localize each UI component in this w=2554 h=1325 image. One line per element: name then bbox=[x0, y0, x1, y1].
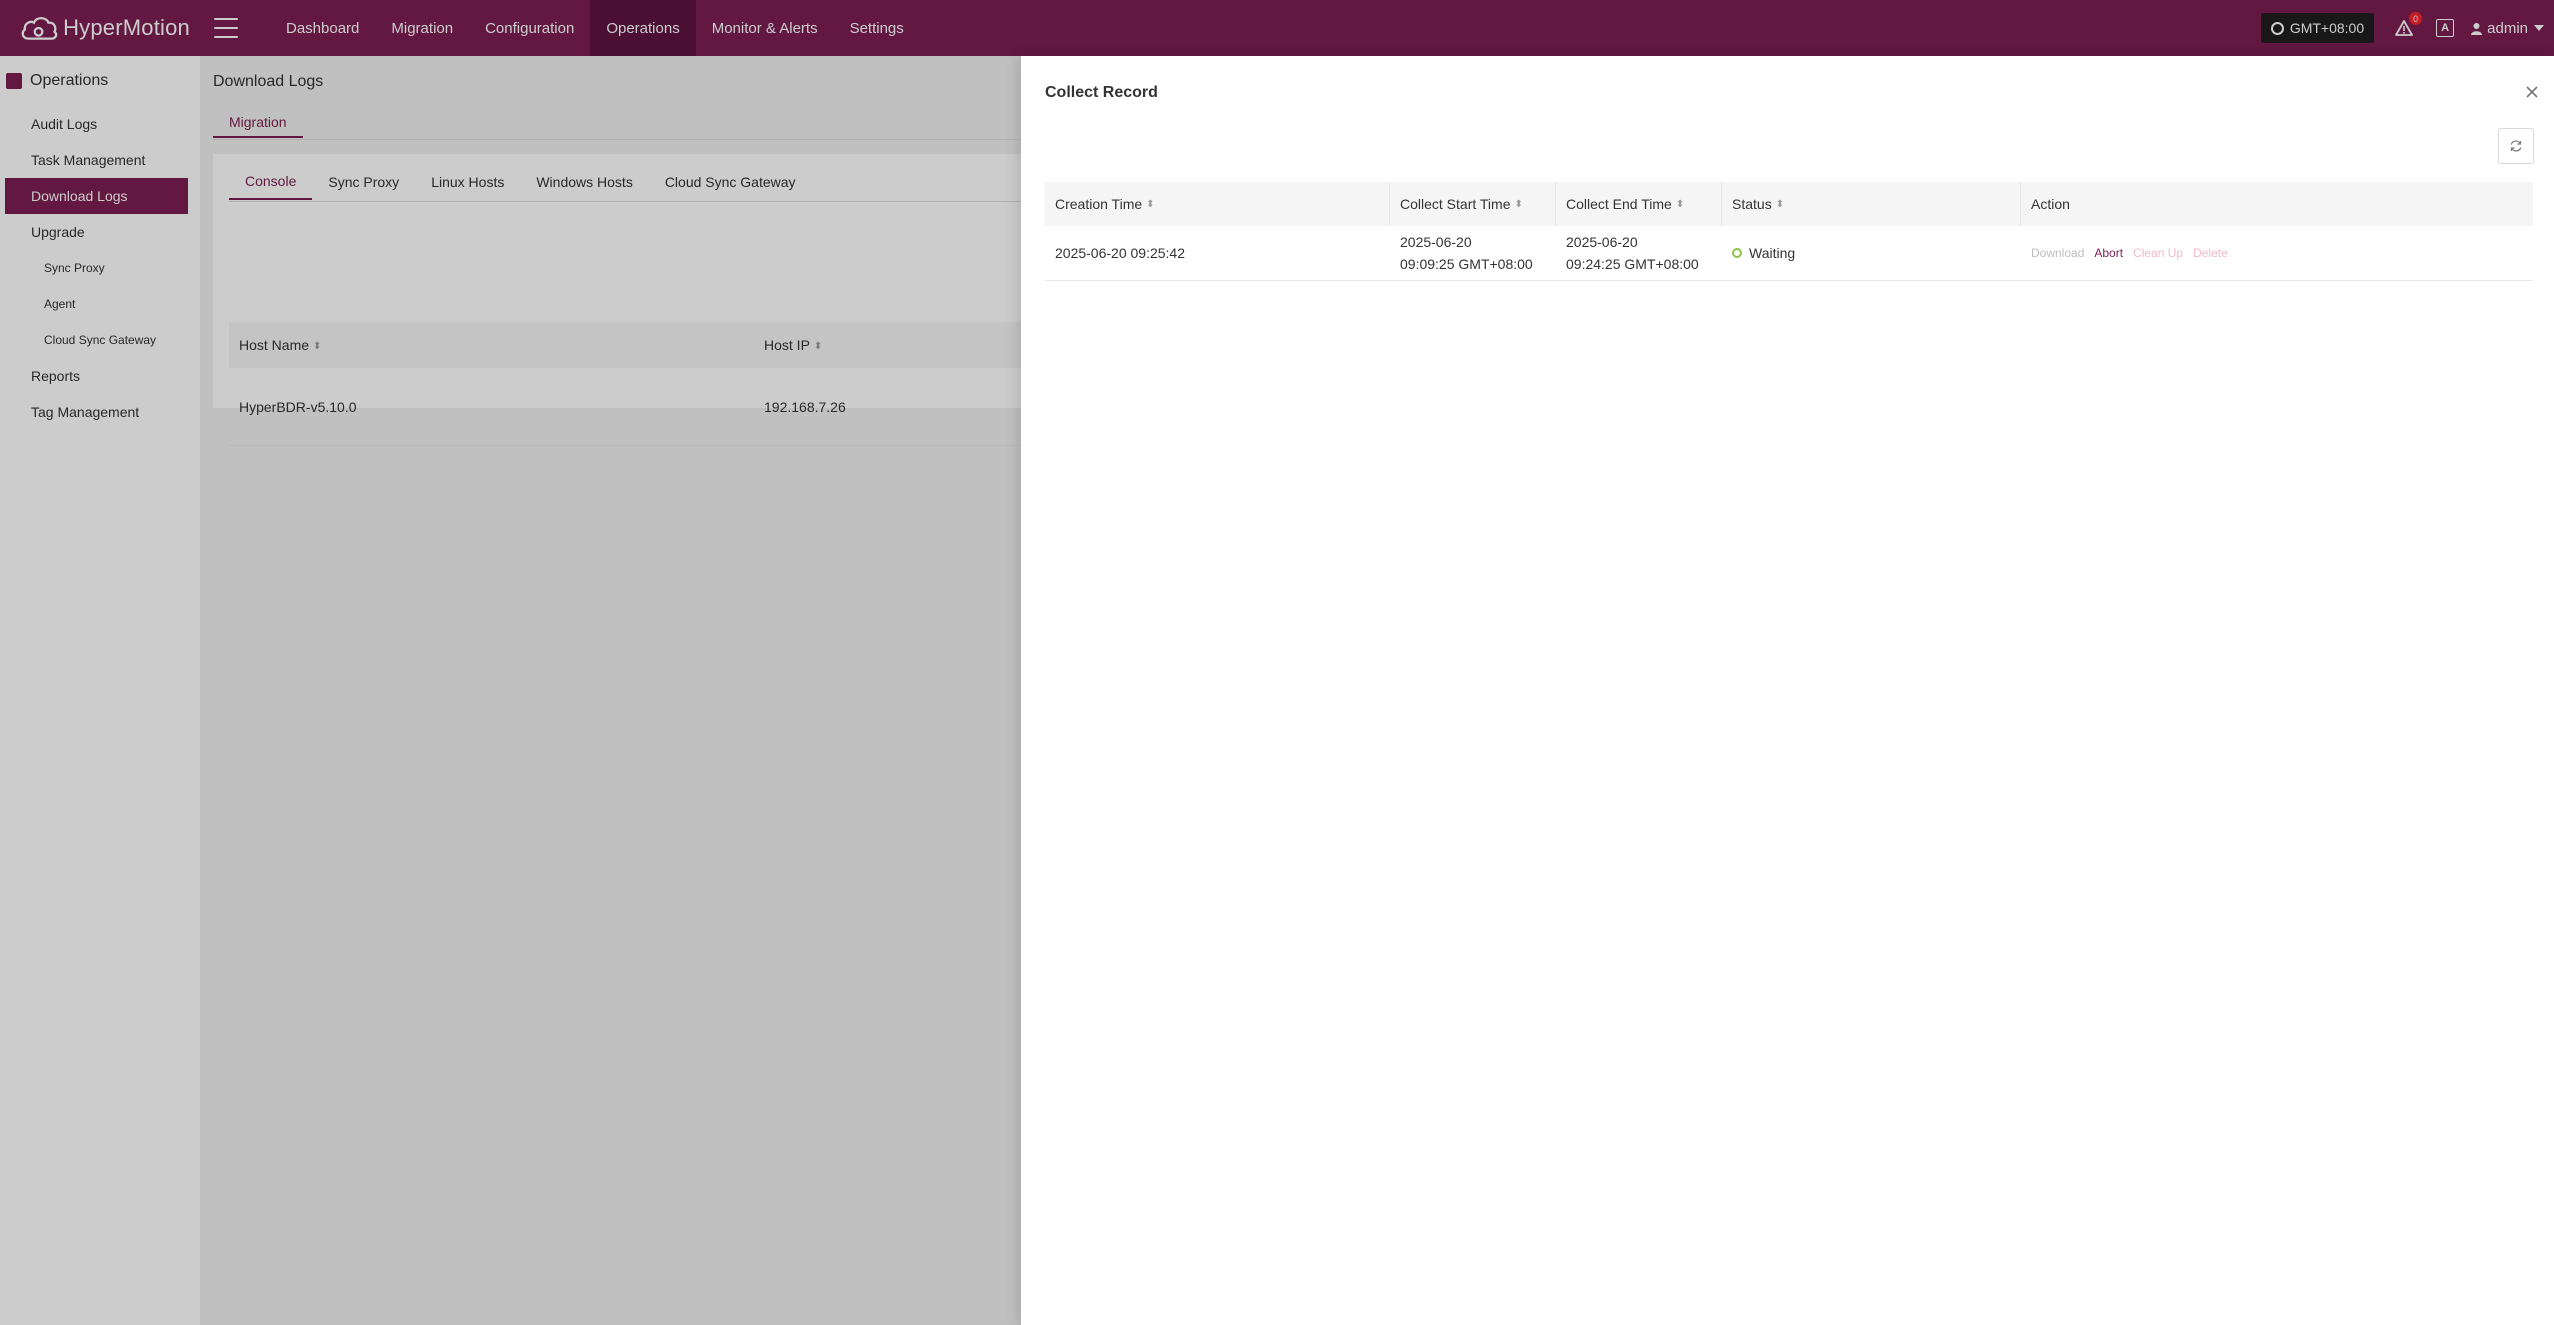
refresh-button[interactable] bbox=[2498, 128, 2534, 164]
start-time-cell: 2025-06-20 09:09:25 GMT+08:00 bbox=[1390, 226, 1556, 280]
action-cell: Download Abort Clean Up Delete bbox=[2021, 226, 2533, 280]
status-waiting-icon bbox=[1732, 248, 1742, 258]
column-action: Action bbox=[2031, 196, 2070, 212]
sort-icon[interactable]: ⬍ bbox=[1676, 199, 1684, 210]
creation-time-cell: 2025-06-20 09:25:42 bbox=[1055, 245, 1185, 261]
column-collect-end-time[interactable]: Collect End Time ⬍ bbox=[1556, 182, 1722, 226]
sort-icon[interactable]: ⬍ bbox=[1514, 199, 1522, 210]
abort-link[interactable]: Abort bbox=[2094, 246, 2123, 260]
table-row: 2025-06-20 09:25:42 2025-06-20 09:09:25 G… bbox=[1045, 226, 2533, 281]
download-link[interactable]: Download bbox=[2031, 246, 2084, 260]
start-time: 09:09:25 GMT+08:00 bbox=[1400, 256, 1533, 272]
refresh-icon bbox=[2510, 140, 2522, 152]
end-date: 2025-06-20 bbox=[1566, 234, 1638, 250]
end-time: 09:24:25 GMT+08:00 bbox=[1566, 256, 1699, 272]
column-status[interactable]: Status ⬍ bbox=[1722, 182, 2021, 226]
sort-icon[interactable]: ⬍ bbox=[1146, 199, 1154, 210]
delete-link[interactable]: Delete bbox=[2193, 246, 2228, 260]
collect-record-drawer: Collect Record Creation Time ⬍ Collect St… bbox=[1021, 56, 2554, 1325]
end-time-cell: 2025-06-20 09:24:25 GMT+08:00 bbox=[1556, 226, 1722, 280]
column-collect-start-time[interactable]: Collect Start Time ⬍ bbox=[1390, 182, 1556, 226]
start-date: 2025-06-20 bbox=[1400, 234, 1472, 250]
status-cell: Waiting bbox=[1722, 226, 2021, 280]
clean-up-link[interactable]: Clean Up bbox=[2133, 246, 2183, 260]
close-icon[interactable] bbox=[2524, 84, 2540, 100]
record-table-header: Creation Time ⬍ Collect Start Time ⬍ Colle… bbox=[1045, 182, 2533, 226]
sort-icon[interactable]: ⬍ bbox=[1776, 199, 1784, 210]
column-creation-time[interactable]: Creation Time ⬍ bbox=[1045, 182, 1390, 226]
drawer-title: Collect Record bbox=[1045, 84, 1158, 101]
status-badge: Waiting bbox=[1749, 245, 1796, 261]
